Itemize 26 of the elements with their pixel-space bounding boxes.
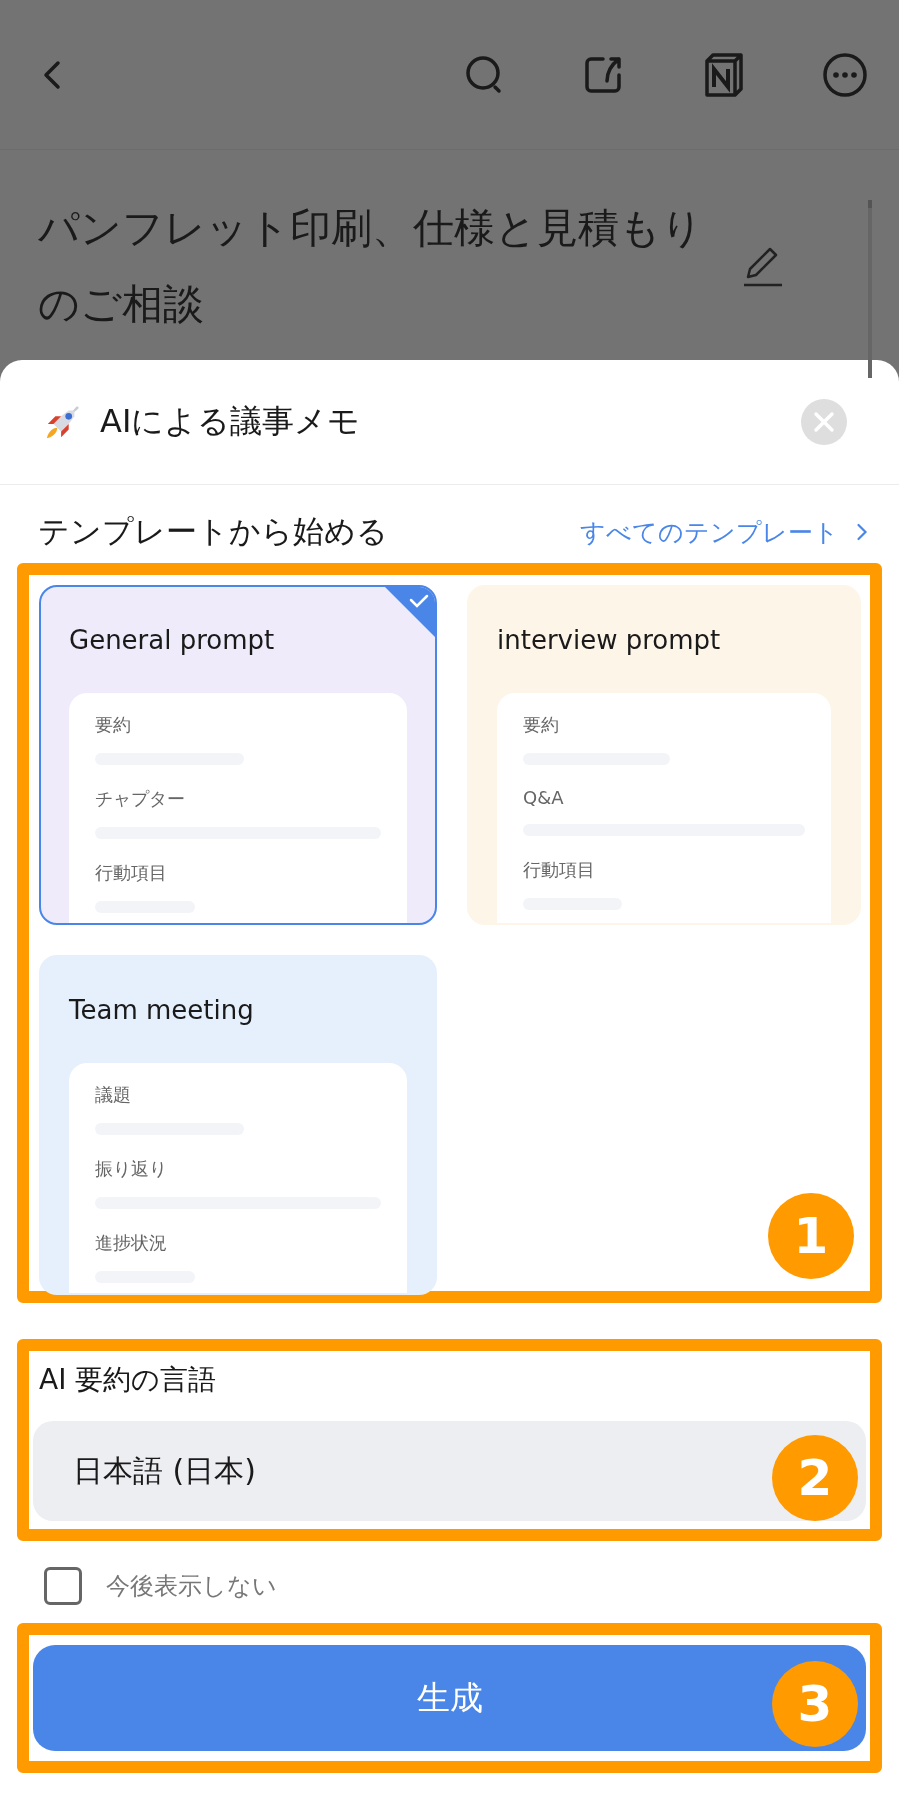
section-label: 行動項目 <box>523 858 596 882</box>
template-name: interview prompt <box>497 625 722 655</box>
section-label: 振り返り <box>95 1157 168 1181</box>
section-label: Q&A <box>523 787 565 808</box>
all-templates-link[interactable]: すべてのテンプレート <box>580 515 869 549</box>
template-card[interactable]: Team meeting 議題 振り返り 進捗状況 <box>39 955 437 1295</box>
language-label: AI 要約の言語 <box>39 1362 218 1398</box>
section-title: テンプレートから始める <box>38 512 388 551</box>
template-name: General prompt <box>69 625 276 655</box>
template-card[interactable]: interview prompt 要約 Q&A 行動項目 <box>467 585 861 925</box>
section-label: 進捗状況 <box>95 1231 168 1255</box>
checkbox[interactable] <box>44 1567 82 1605</box>
template-card[interactable]: General prompt 要約 チャプター 行動項目 <box>39 585 437 925</box>
section-label: チャプター <box>95 787 186 811</box>
number-badge: 1 <box>768 1193 854 1279</box>
more-icon[interactable] <box>821 50 869 99</box>
section-label: 議題 <box>95 1083 132 1107</box>
section-label: 行動項目 <box>95 861 168 885</box>
checkbox-label: 今後表示しない <box>106 1571 277 1602</box>
check-corner-icon <box>385 587 435 637</box>
note-title: パンフレット印刷、仕様と見積もりのご相談 <box>38 203 704 330</box>
template-name: Team meeting <box>69 995 255 1025</box>
chevron-right-icon <box>855 521 869 543</box>
sheet-title: AIによる議事メモ <box>100 401 361 442</box>
section-label: 要約 <box>95 713 132 737</box>
section-label: 要約 <box>523 713 560 737</box>
